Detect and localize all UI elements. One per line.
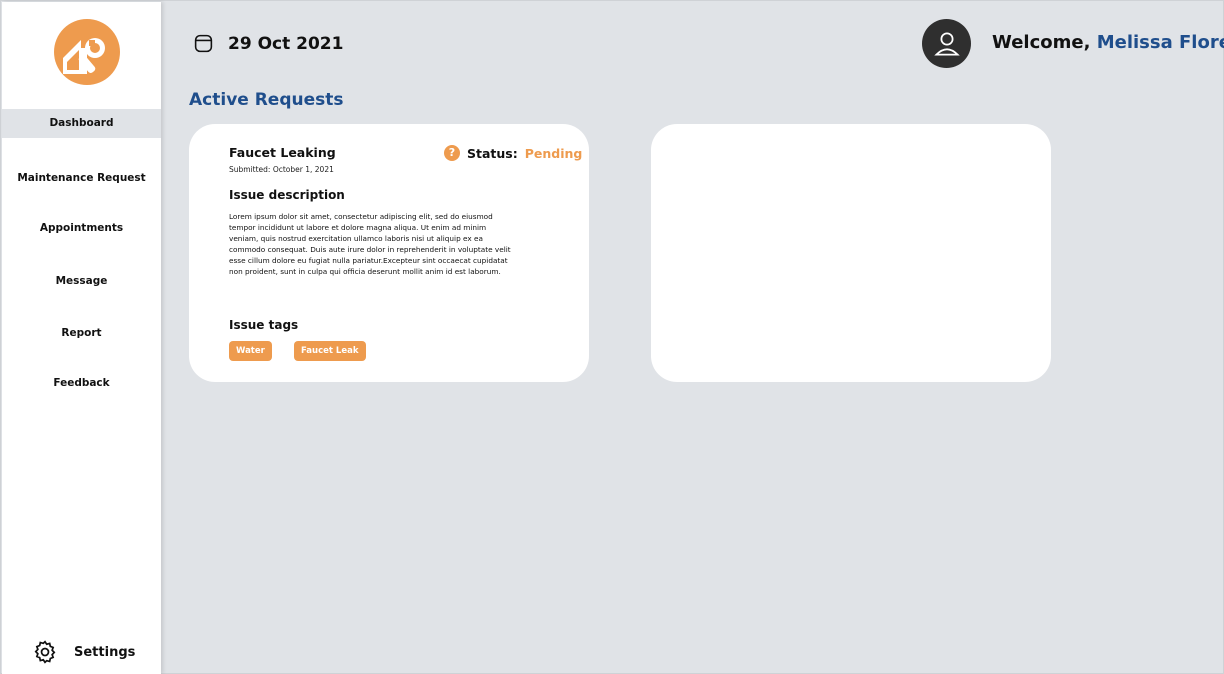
app-window: Dashboard Maintenance Request Appointmen… — [0, 0, 1224, 674]
welcome-message: Welcome, Melissa Flores — [992, 32, 1224, 53]
help-icon[interactable]: ? — [444, 145, 460, 161]
sidebar-item-message[interactable]: Message — [2, 275, 161, 287]
settings-label: Settings — [74, 644, 136, 660]
sidebar-item-appointments[interactable]: Appointments — [2, 222, 161, 234]
tag-water[interactable]: Water — [229, 341, 272, 361]
sidebar-item-feedback[interactable]: Feedback — [2, 377, 161, 389]
user-icon — [933, 32, 960, 55]
tag-faucet-leak[interactable]: Faucet Leak — [294, 341, 366, 361]
issue-description-heading: Issue description — [229, 188, 345, 202]
request-card[interactable]: Faucet Leaking Submitted: October 1, 202… — [189, 124, 589, 382]
date-display: 29 Oct 2021 — [193, 33, 343, 54]
sidebar-item-dashboard[interactable]: Dashboard — [2, 109, 161, 138]
current-date: 29 Oct 2021 — [228, 33, 344, 54]
status-label: Status: — [467, 145, 518, 161]
calendar-icon — [194, 34, 213, 53]
issue-description: Lorem ipsum dolor sit amet, consectetur … — [229, 212, 511, 276]
avatar[interactable] — [922, 19, 971, 68]
issue-tags-heading: Issue tags — [229, 318, 299, 332]
page-title: Active Requests — [189, 90, 344, 110]
empty-request-card — [651, 124, 1051, 382]
user-name[interactable]: Melissa Flores — [1097, 32, 1224, 53]
sidebar-item-report[interactable]: Report — [2, 327, 161, 339]
status-badge: ? Status: Pending — [444, 145, 582, 161]
sidebar: Dashboard Maintenance Request Appointmen… — [2, 2, 161, 674]
sidebar-item-maintenance-request[interactable]: Maintenance Request — [2, 172, 161, 184]
settings-button[interactable]: Settings — [32, 639, 135, 665]
request-title: Faucet Leaking — [229, 145, 336, 160]
gear-icon — [34, 640, 56, 664]
logo-icon — [54, 19, 120, 85]
submitted-date: Submitted: October 1, 2021 — [229, 165, 334, 174]
welcome-prefix: Welcome, — [992, 32, 1097, 53]
status-value: Pending — [524, 145, 583, 161]
